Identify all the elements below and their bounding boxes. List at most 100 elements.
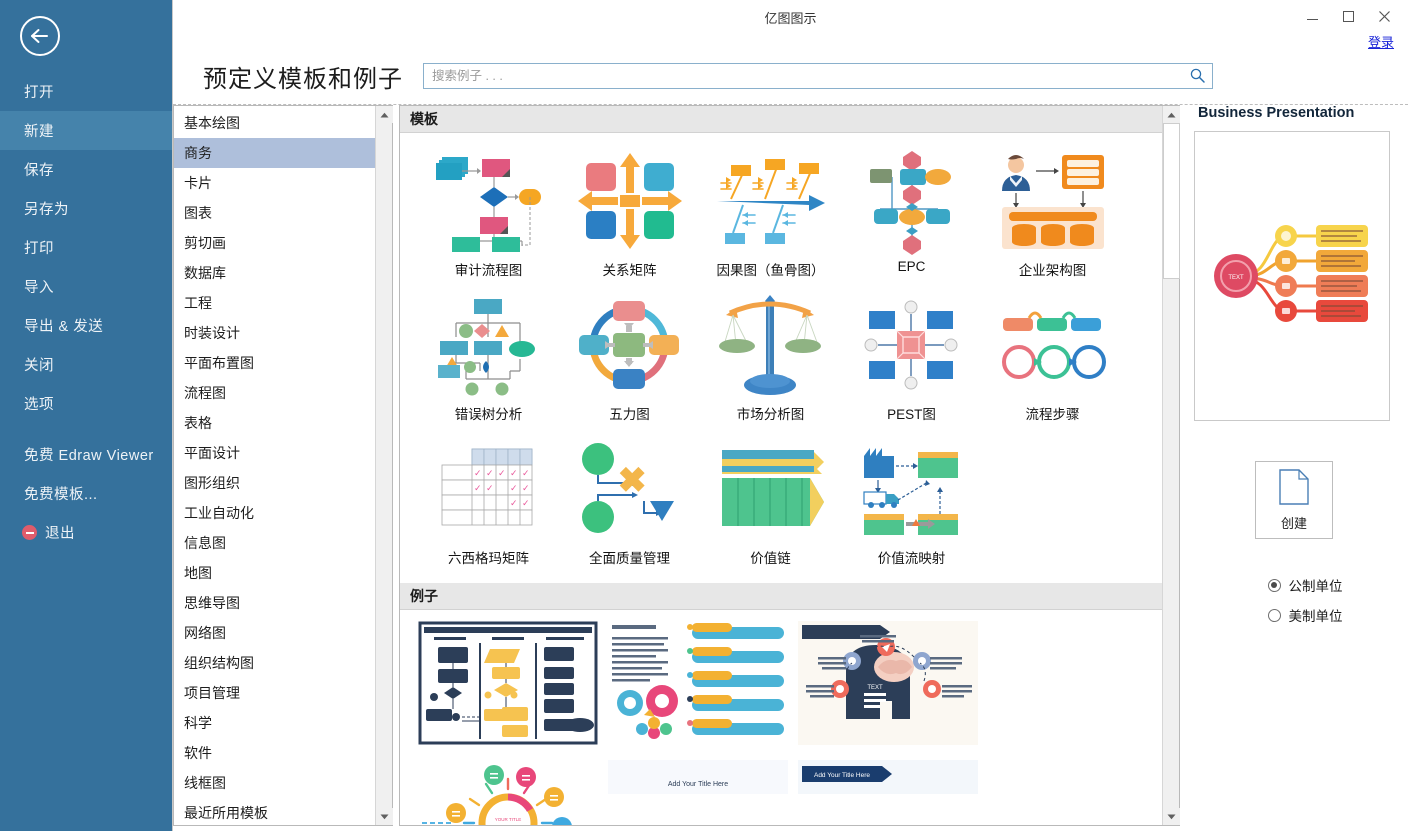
svg-text:✓: ✓	[474, 468, 482, 478]
template-card-4[interactable]: 企业架构图	[982, 145, 1123, 279]
search-input[interactable]	[424, 64, 1212, 88]
example-card-0[interactable]	[418, 620, 598, 748]
category-item-8[interactable]: 平面布置图	[174, 348, 375, 378]
template-card-3[interactable]: EPC	[841, 145, 982, 279]
category-item-label: 剪切画	[184, 235, 226, 251]
title-bar: 亿图图示	[173, 0, 1408, 32]
sidebar-item-10[interactable]: 免费模板...	[0, 474, 172, 513]
svg-text:TEXT: TEXT	[867, 685, 883, 691]
template-card-label: 市场分析图	[736, 407, 805, 422]
scroll-up-arrow-icon[interactable]	[1163, 106, 1180, 123]
category-item-label: 基本绘图	[184, 115, 240, 131]
relation-matrix-thumb	[559, 145, 700, 257]
category-item-21[interactable]: 软件	[174, 738, 375, 768]
swimlane-flowchart-example	[418, 621, 598, 748]
process-steps-thumb	[982, 289, 1123, 401]
search-icon[interactable]	[1190, 68, 1205, 86]
category-item-2[interactable]: 卡片	[174, 168, 375, 198]
sidebar-item-0[interactable]: 打开	[0, 72, 172, 111]
sidebar-item-9[interactable]: 免费 Edraw Viewer	[0, 435, 172, 474]
template-card-12[interactable]: 价值链	[700, 433, 841, 567]
category-item-label: 组织结构图	[184, 655, 254, 671]
example-card-1[interactable]	[608, 620, 788, 748]
enterprise-architecture-thumb	[982, 145, 1123, 257]
template-card-label: 价值链	[750, 551, 791, 566]
category-item-18[interactable]: 组织结构图	[174, 648, 375, 678]
sidebar-item-3[interactable]: 另存为	[0, 189, 172, 228]
category-item-4[interactable]: 剪切画	[174, 228, 375, 258]
login-link[interactable]: 登录	[1368, 32, 1394, 51]
template-card-7[interactable]: 市场分析图	[700, 289, 841, 423]
back-button-wrap	[0, 0, 172, 72]
maximize-icon[interactable]	[1330, 3, 1366, 29]
unit-radio-0[interactable]: 公制单位	[1267, 575, 1343, 595]
radio-button-icon[interactable]	[1267, 578, 1281, 592]
template-card-13[interactable]: 价值流映射	[841, 433, 982, 567]
sidebar-item-7[interactable]: 关闭	[0, 345, 172, 384]
scroll-up-arrow-icon[interactable]	[376, 106, 393, 123]
sidebar-item-label: 保存	[24, 163, 54, 179]
template-card-11[interactable]: 全面质量管理	[559, 433, 700, 567]
category-item-17[interactable]: 网络图	[174, 618, 375, 648]
sidebar-item-2[interactable]: 保存	[0, 150, 172, 189]
category-item-11[interactable]: 平面设计	[174, 438, 375, 468]
example-card-3[interactable]: YOUR TITLE GOES HERE	[418, 760, 598, 825]
radio-button-icon[interactable]	[1267, 608, 1281, 622]
category-item-22[interactable]: 线框图	[174, 768, 375, 798]
category-item-7[interactable]: 时装设计	[174, 318, 375, 348]
template-card-1[interactable]: 关系矩阵	[559, 145, 700, 279]
template-card-5[interactable]: 错误树分析	[418, 289, 559, 423]
example-card-4[interactable]: Add Your Title Here	[608, 760, 788, 794]
templates-grid: 审计流程图 关系矩阵 因果图（鱼骨图） EPC 企业架构图 错误树分析 五力图 …	[400, 133, 1162, 583]
category-item-19[interactable]: 项目管理	[174, 678, 375, 708]
template-card-6[interactable]: 五力图	[559, 289, 700, 423]
svg-text:✓: ✓	[486, 483, 494, 493]
svg-text:✓: ✓	[486, 468, 494, 478]
sidebar-item-5[interactable]: 导入	[0, 267, 172, 306]
category-item-14[interactable]: 信息图	[174, 528, 375, 558]
category-item-16[interactable]: 思维导图	[174, 588, 375, 618]
center-scrollbar[interactable]	[1162, 106, 1180, 825]
scroll-down-arrow-icon[interactable]	[376, 808, 393, 825]
category-item-9[interactable]: 流程图	[174, 378, 375, 408]
scroll-down-arrow-icon[interactable]	[1163, 808, 1180, 825]
template-card-label: 全面质量管理	[589, 551, 670, 566]
sidebar-item-4[interactable]: 打印	[0, 228, 172, 267]
example-card-2[interactable]: TEXT	[798, 620, 978, 748]
template-card-2[interactable]: 因果图（鱼骨图）	[700, 145, 841, 279]
sidebar-item-8[interactable]: 选项	[0, 384, 172, 423]
category-item-0[interactable]: 基本绘图	[174, 108, 375, 138]
category-item-20[interactable]: 科学	[174, 708, 375, 738]
unit-radio-1[interactable]: 美制单位	[1267, 605, 1343, 625]
sidebar-item-1[interactable]: 新建	[0, 111, 172, 150]
category-item-23[interactable]: 最近所用模板	[174, 798, 375, 825]
sidebar-item-11[interactable]: 退出	[0, 513, 172, 552]
category-item-15[interactable]: 地图	[174, 558, 375, 588]
unit-radio-label: 美制单位	[1288, 609, 1343, 624]
category-item-label: 思维导图	[184, 595, 240, 611]
category-item-12[interactable]: 图形组织	[174, 468, 375, 498]
minimize-icon[interactable]	[1294, 3, 1330, 29]
tqm-thumb	[559, 433, 700, 545]
center-scrollbar-thumb[interactable]	[1163, 123, 1180, 279]
template-card-10[interactable]: ✓ ✓ ✓ ✓ ✓ ✓ ✓ ✓ ✓ ✓ ✓ 六西格玛矩阵	[418, 433, 559, 567]
template-card-0[interactable]: 审计流程图	[418, 145, 559, 279]
category-scrollbar[interactable]	[375, 106, 393, 825]
back-arrow-icon[interactable]	[20, 16, 60, 56]
business-presentation-preview[interactable]: TEXT	[1194, 131, 1390, 421]
template-card-9[interactable]: 流程步骤	[982, 289, 1123, 423]
category-item-10[interactable]: 表格	[174, 408, 375, 438]
category-item-5[interactable]: 数据库	[174, 258, 375, 288]
search-box[interactable]	[423, 63, 1213, 89]
category-item-1[interactable]: 商务	[174, 138, 375, 168]
category-item-13[interactable]: 工业自动化	[174, 498, 375, 528]
category-list[interactable]: 基本绘图商务 卡片 图表剪切画数据库 工程 时装设计 平面布置图 流程图 表格 平面设计 图形组织…	[174, 106, 375, 825]
category-item-3[interactable]: 图表	[174, 198, 375, 228]
sidebar-item-label: 选项	[24, 397, 54, 413]
example-card-5[interactable]: Add Your Title Here	[798, 760, 978, 794]
template-card-8[interactable]: PEST图	[841, 289, 982, 423]
sidebar-item-6[interactable]: 导出 & 发送	[0, 306, 172, 345]
category-item-6[interactable]: 工程	[174, 288, 375, 318]
close-icon[interactable]	[1366, 3, 1402, 29]
create-button[interactable]: 创建	[1255, 461, 1333, 539]
